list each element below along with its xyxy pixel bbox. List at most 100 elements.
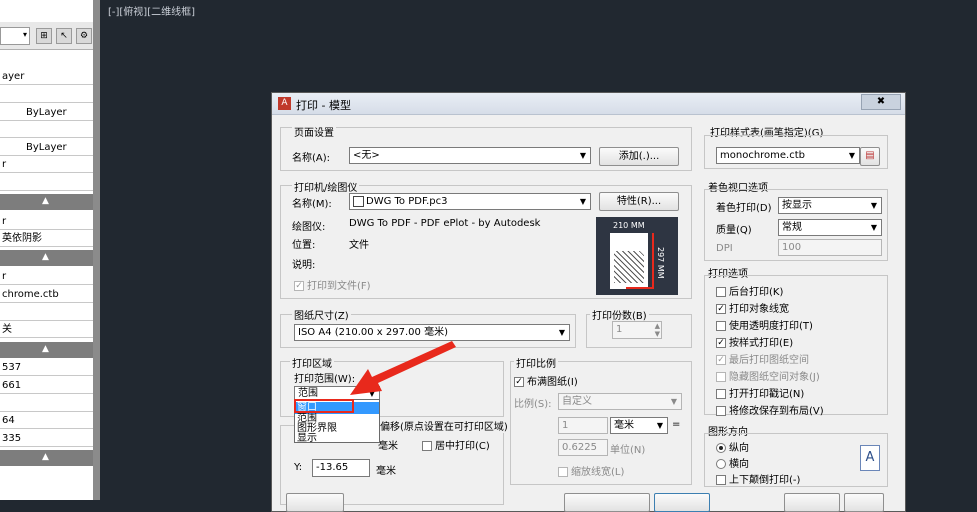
portrait-radio[interactable]: 纵向	[716, 439, 749, 454]
preview-width-label: 210 MM	[613, 221, 645, 230]
annotation-arrow-icon	[350, 341, 456, 395]
plot-area-label: 打印区域	[290, 355, 334, 370]
palette-row[interactable]	[0, 304, 93, 321]
properties-palette-panel: ▾ ⊞ ↖ ⚙ ayer ByLayer ByLayer r ▲ r 英依阴影 …	[0, 0, 93, 500]
landscape-radio[interactable]: 横向	[716, 455, 749, 470]
palette-section-header[interactable]: ▲	[0, 450, 93, 466]
pdf-printer-icon	[353, 195, 364, 207]
edit-plot-style-button[interactable]: ▤	[860, 147, 880, 166]
dialog-titlebar[interactable]: A 打印 - 模型 ✖	[272, 93, 905, 115]
pickadd-icon[interactable]: ⚙	[76, 28, 92, 44]
center-plot-checkbox[interactable]: 居中打印(C)	[422, 437, 490, 452]
preview-height-label: 297 MM	[656, 247, 665, 279]
paper-preview: 210 MM 297 MM	[596, 217, 678, 295]
palette-section-header[interactable]: ▲	[0, 194, 93, 210]
select-objects-icon[interactable]: ↖	[56, 28, 72, 44]
where-label: 位置:	[292, 240, 316, 251]
quality-combo[interactable]: 常规 ▼	[778, 219, 882, 236]
preview-button[interactable]	[286, 493, 344, 512]
where-value: 文件	[349, 240, 369, 251]
palette-row[interactable]	[0, 174, 93, 191]
orientation-icon: A	[860, 445, 880, 471]
copies-spinner[interactable]: 1 ▲ ▼	[612, 321, 662, 339]
dpi-input[interactable]: 100	[778, 239, 882, 256]
expand-button[interactable]	[844, 493, 884, 512]
shade-plot-combo[interactable]: 按显示 ▼	[778, 197, 882, 214]
palette-row[interactable]: 661	[0, 377, 93, 394]
dialog-title: 打印 - 模型	[296, 99, 351, 112]
scale-combo[interactable]: 自定义 ▼	[558, 393, 682, 410]
offset-y-input[interactable]: -13.65	[312, 459, 370, 477]
palette-section-header[interactable]: ▲	[0, 250, 93, 266]
plot-stamp-checkbox[interactable]: 打开打印戳记(N)	[716, 385, 804, 400]
viewport-label[interactable]: [-][俯视][二维线框]	[108, 3, 195, 18]
fit-to-paper-checkbox[interactable]: ✓ 布满图纸(I)	[514, 373, 578, 388]
background-plot-checkbox[interactable]: 后台打印(K)	[716, 283, 783, 298]
layer-combo[interactable]: ▾	[0, 27, 30, 45]
palette-row[interactable]	[0, 86, 93, 103]
palette-row[interactable]: r	[0, 213, 93, 230]
plot-lineweights-checkbox[interactable]: ✓ 打印对象线宽	[716, 300, 789, 315]
ok-button[interactable]	[654, 493, 710, 512]
apply-to-layout-button[interactable]	[564, 493, 650, 512]
scale-unit-combo[interactable]: 毫米 ▼	[610, 417, 668, 434]
edit-table-icon: ▤	[865, 150, 875, 161]
plot-paperspace-last-checkbox[interactable]: ✓ 最后打印图纸空间	[716, 351, 809, 366]
chevron-down-icon: ▼	[579, 151, 587, 160]
shade-plot-label: 着色打印(D)	[716, 203, 772, 214]
chevron-down-icon: ▼	[870, 223, 878, 232]
palette-row[interactable]	[0, 121, 93, 138]
palette-row[interactable]: 关	[0, 321, 93, 338]
annotation-highlight-box	[294, 399, 354, 413]
scale-paper-value[interactable]: 1	[558, 417, 608, 434]
plot-with-styles-checkbox[interactable]: ✓ 按样式打印(E)	[716, 334, 793, 349]
plotter-value: DWG To PDF - PDF ePlot - by Autodesk	[349, 218, 541, 229]
close-button[interactable]: ✖	[861, 94, 901, 110]
palette-row[interactable]: 537	[0, 359, 93, 376]
offset-x-unit: 毫米	[378, 441, 398, 452]
palette-row[interactable]: 64	[0, 412, 93, 429]
printer-name-combo[interactable]: DWG To PDF.pc3 ▼	[349, 193, 591, 210]
description-label: 说明:	[292, 260, 316, 271]
printer-name-label: 名称(M):	[292, 199, 332, 210]
add-page-setup-button[interactable]: 添加(.)...	[599, 147, 679, 166]
save-to-layout-checkbox[interactable]: 将修改保存到布局(V)	[716, 402, 824, 417]
app-icon: A	[278, 97, 291, 110]
palette-section-header[interactable]: ▲	[0, 342, 93, 358]
palette-row[interactable]: r	[0, 156, 93, 173]
plot-offset-label: 打印偏移(原点设置在可打印区域)	[358, 418, 510, 433]
plotter-label: 绘图仪:	[292, 222, 326, 233]
preview-page	[610, 233, 648, 289]
collapse-icon: ▲	[42, 196, 49, 206]
palette-row[interactable]: ByLayer	[0, 104, 93, 121]
palette-row[interactable]: ayer	[0, 68, 93, 85]
help-button[interactable]	[784, 493, 840, 512]
palette-row[interactable]: 英依阴影	[0, 230, 93, 247]
dropdown-option-display[interactable]: 显示	[295, 433, 379, 445]
preview-plot-area	[614, 251, 644, 283]
scale-lineweights-checkbox[interactable]: 缩放线宽(L)	[558, 463, 624, 478]
plot-transparency-checkbox[interactable]: 使用透明度打印(T)	[716, 317, 813, 332]
chevron-down-icon: ▼	[558, 328, 566, 337]
palette-row[interactable]: chrome.ctb	[0, 286, 93, 303]
scale-drawing-value[interactable]: 0.6225	[558, 439, 608, 456]
plot-style-table-combo[interactable]: monochrome.ctb ▼	[716, 147, 860, 164]
properties-palette: ▾ ⊞ ↖ ⚙ ayer ByLayer ByLayer r ▲ r 英依阴影 …	[0, 0, 100, 500]
hide-paperspace-objects-checkbox[interactable]: 隐藏图纸空间对象(J)	[716, 368, 820, 383]
chevron-down-icon: ▾	[22, 30, 27, 39]
collapse-icon: ▲	[42, 452, 49, 462]
quality-label: 质量(Q)	[716, 225, 752, 236]
offset-y-unit: 毫米	[376, 466, 396, 477]
palette-row[interactable]: 335	[0, 430, 93, 447]
preview-red-marker	[652, 233, 654, 289]
palette-row[interactable]: r	[0, 268, 93, 285]
palette-row[interactable]: ByLayer	[0, 139, 93, 156]
plot-dialog: A 打印 - 模型 ✖ 页面设置 名称(A): <无> ▼ 添加(.)... 打印…	[271, 92, 906, 512]
upside-down-checkbox[interactable]: 上下颠倒打印(-)	[716, 471, 800, 486]
page-setup-name-combo[interactable]: <无> ▼	[349, 147, 591, 164]
chevron-down-icon: ▼	[848, 151, 856, 160]
palette-row[interactable]	[0, 395, 93, 412]
plot-to-file-checkbox[interactable]: ✓ 打印到文件(F)	[294, 277, 371, 292]
quick-select-icon[interactable]: ⊞	[36, 28, 52, 44]
printer-properties-button[interactable]: 特性(R)...	[599, 192, 679, 211]
